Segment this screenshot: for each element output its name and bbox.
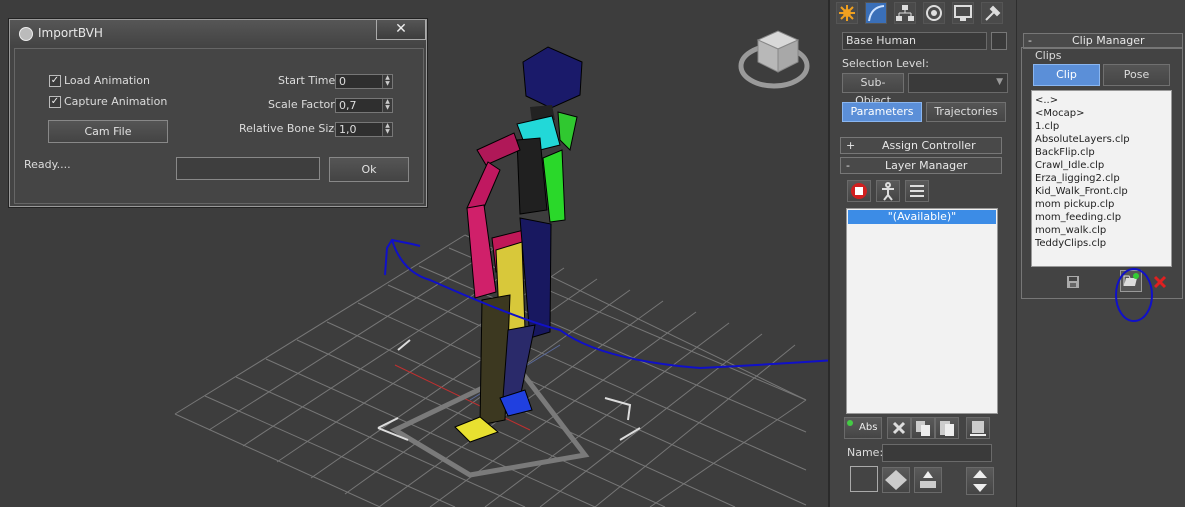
paste-icon[interactable] [935, 417, 959, 439]
biped-layer-icon[interactable] [876, 180, 900, 202]
modify-icon[interactable] [865, 2, 887, 24]
relative-bone-size-spinner[interactable]: 1,0 ▲ ▼ [335, 122, 393, 137]
display-icon[interactable] [952, 2, 974, 24]
delete-key-icon[interactable] [887, 417, 911, 439]
start-time-spinner[interactable]: 0 ▲ ▼ [335, 74, 393, 89]
copy-icon[interactable] [911, 417, 935, 439]
close-button[interactable]: ✕ [376, 20, 426, 40]
scale-factor-spinner[interactable]: 0,7 ▲ ▼ [335, 98, 393, 113]
list-item[interactable]: "(Available)" [848, 210, 996, 224]
app-icon [19, 27, 33, 41]
sub-object-button[interactable]: Sub-Object [842, 73, 904, 107]
scale-factor-label: Scale Factor: [268, 98, 339, 111]
record-stop-icon[interactable] [847, 180, 871, 202]
biped-character[interactable] [454, 46, 583, 443]
status-text: Ready.... [24, 158, 71, 171]
move-layer-icon[interactable] [882, 467, 910, 493]
load-animation-checkbox[interactable]: ✓ [49, 75, 61, 87]
relative-bone-size-label: Relative Bone Size: [239, 122, 345, 135]
layer-up-down-icon[interactable] [966, 467, 994, 495]
spinner-arrows-icon[interactable]: ▲ ▼ [382, 123, 392, 136]
spinner-arrows-icon[interactable]: ▲ ▼ [382, 75, 392, 88]
tab-parameters[interactable]: Parameters [842, 102, 922, 122]
object-color-swatch[interactable] [991, 32, 1007, 50]
clip-manager-panel: - Clip Manager Clips Clip Pose <..> <Moc… [1016, 0, 1185, 507]
chevron-down-icon: ▼ [996, 77, 1003, 87]
layer-list[interactable]: "(Available)" [846, 208, 998, 414]
dialog-titlebar[interactable]: ImportBVH [10, 20, 426, 46]
object-name-field[interactable]: Base Human [842, 32, 987, 50]
start-time-label: Start Time: [278, 74, 339, 87]
capture-animation-label: Capture Animation [64, 95, 168, 108]
create-icon[interactable] [836, 2, 858, 24]
hierarchy-icon[interactable] [894, 2, 916, 24]
layer-color-swatch[interactable] [850, 466, 878, 492]
capture-animation-checkbox[interactable]: ✓ [49, 96, 61, 108]
viewcube[interactable] [738, 30, 810, 89]
layer-list-icon[interactable] [905, 180, 929, 202]
name-label: Name: [847, 446, 884, 459]
dialog-title: ImportBVH [38, 26, 103, 40]
abs-status-icon [847, 420, 853, 426]
load-layer-icon[interactable] [914, 467, 942, 493]
load-animation-label: Load Animation [64, 74, 150, 87]
collapse-layer-icon[interactable] [966, 417, 990, 439]
utilities-icon[interactable] [981, 2, 1003, 24]
dialog-body: ✓ Load Animation ✓ Capture Animation Cam… [14, 48, 424, 204]
layer-name-field[interactable] [882, 444, 992, 462]
import-bvh-dialog: ImportBVH ✕ ✓ Load Animation ✓ Capture A… [9, 19, 427, 207]
cam-file-button[interactable]: Cam File [48, 120, 168, 143]
abs-button[interactable]: Abs [844, 417, 882, 439]
progress-bar [176, 157, 320, 180]
motion-icon[interactable] [923, 2, 945, 24]
command-panel: Base Human Selection Level: Sub-Object ▼… [828, 0, 1018, 507]
spinner-arrows-icon[interactable]: ▲ ▼ [382, 99, 392, 112]
ok-button[interactable]: Ok [329, 157, 409, 182]
tab-trajectories[interactable]: Trajectories [926, 102, 1006, 122]
selection-level-label: Selection Level: [842, 57, 929, 70]
annotation-circle [1115, 268, 1153, 322]
sub-object-dropdown[interactable]: ▼ [908, 73, 1008, 93]
layer-manager-rollout[interactable]: - Layer Manager [840, 157, 1002, 174]
assign-controller-rollout[interactable]: + Assign Controller [840, 137, 1002, 154]
